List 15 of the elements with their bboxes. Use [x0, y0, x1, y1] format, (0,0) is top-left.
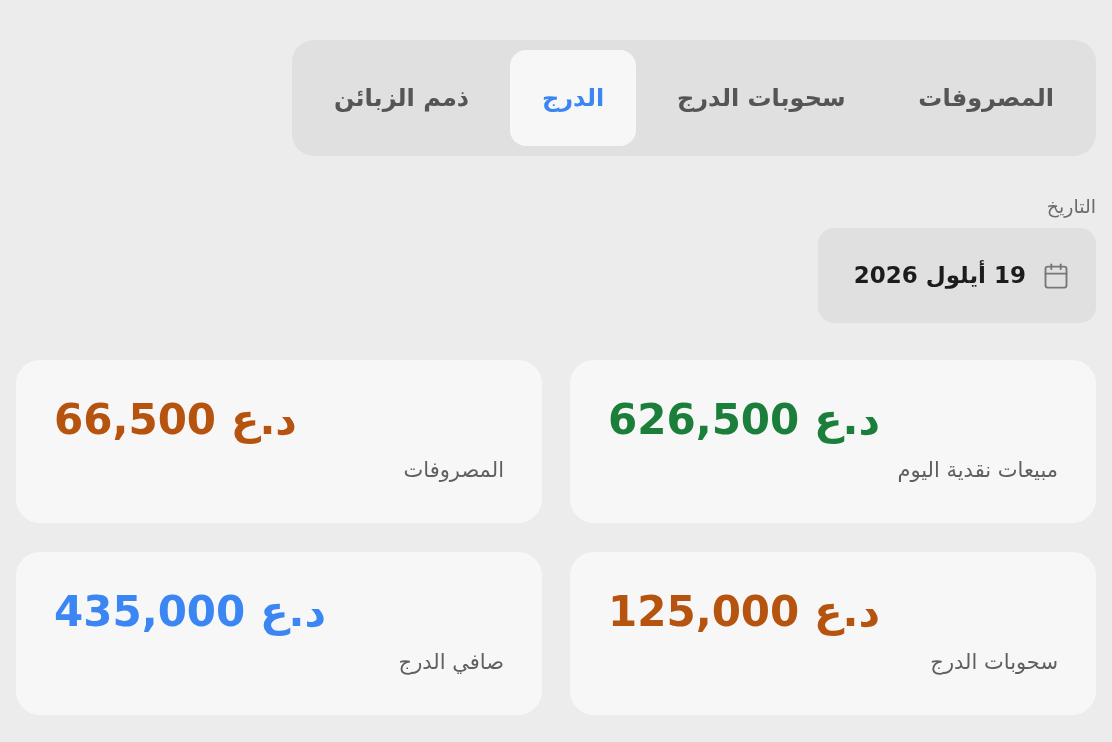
stat-label: مبيعات نقدية اليوم — [897, 457, 1058, 484]
stat-label: المصروفات — [403, 457, 504, 484]
tab[interactable]: ذمم الزبائن — [302, 50, 502, 146]
tab[interactable]: الدرج — [509, 50, 637, 146]
amount-value: 626,500 د.ع — [608, 394, 881, 446]
date-picker[interactable]: 19 أيلول 2026 — [818, 228, 1096, 323]
amount-value: 125,000 د.ع — [608, 586, 881, 638]
amount-value: 435,000 د.ع — [54, 586, 327, 638]
amount-value: 66,500 د.ع — [54, 394, 297, 446]
calendar-icon — [1042, 261, 1070, 290]
stat-label: سحوبات الدرج — [930, 649, 1058, 677]
tab[interactable]: سحوبات الدرج — [644, 50, 878, 146]
stat-label: صافي الدرج — [398, 649, 504, 677]
tab[interactable]: المصروفات — [886, 50, 1086, 146]
date-label: التاريخ — [1046, 194, 1096, 220]
